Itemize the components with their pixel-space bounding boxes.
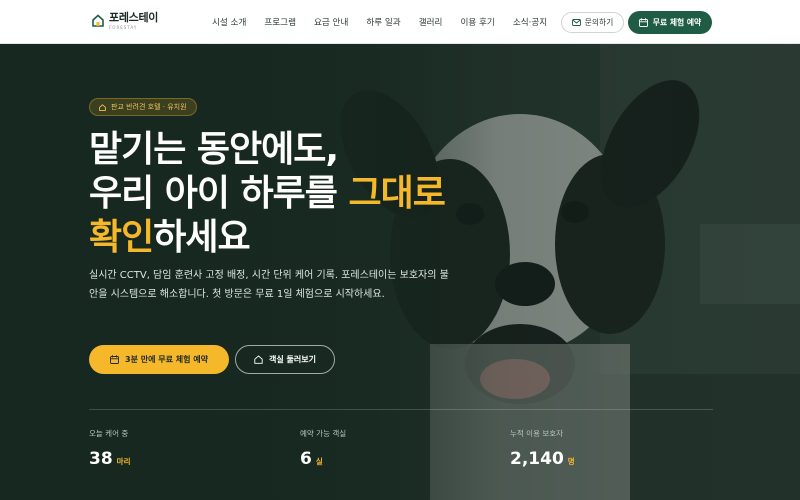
stat-available-rooms: 예약 가능 객실 6 실 (300, 429, 346, 469)
stat-label: 누적 이용 보호자 (510, 429, 564, 438)
stat-unit: 명 (567, 457, 575, 466)
stat-today-care: 오늘 케어 중 38 마리 (89, 429, 130, 469)
mail-icon (571, 19, 581, 26)
calendar-icon (638, 18, 648, 27)
nav-gallery[interactable]: 갤러리 (419, 16, 443, 28)
nav-facilities[interactable]: 시설 소개 (212, 16, 246, 28)
stats-divider (89, 409, 713, 410)
stat-total-guardians: 누적 이용 보호자 2,140 명 (510, 429, 575, 469)
house-logo-icon (92, 14, 104, 27)
logo-subtitle: FORESTAY (109, 25, 138, 30)
logo[interactable]: 포레스테이 FORESTAY (92, 11, 158, 31)
stat-label: 오늘 케어 중 (89, 429, 129, 438)
logo-name: 포레스테이 (109, 11, 159, 24)
stat-value: 2,140 (510, 449, 564, 469)
stat-value: 6 (300, 449, 312, 469)
nav-daily-schedule[interactable]: 하루 일과 (366, 16, 400, 28)
nav-news[interactable]: 소식·공지 (513, 16, 547, 28)
browse-rooms-button[interactable]: 객실 둘러보기 (235, 345, 335, 374)
stat-label: 예약 가능 객실 (300, 429, 347, 438)
free-trial-reserve-button[interactable]: 무료 체험 예약 (628, 11, 712, 34)
main-nav: 시설 소개 프로그램 요금 안내 하루 일과 갤러리 이용 후기 소식·공지 (212, 0, 565, 44)
free-trial-cta-button[interactable]: 3분 만에 무료 체험 예약 (89, 345, 229, 374)
headline-accent-1: 그대로 (348, 173, 445, 214)
site-header: 포레스테이 FORESTAY 시설 소개 프로그램 요금 안내 하루 일과 갤러… (0, 0, 800, 44)
contact-button[interactable]: 문의하기 (561, 12, 624, 33)
calendar-icon (110, 355, 119, 364)
headline-line-2: 우리 아이 하루를 (89, 173, 349, 214)
house-icon (99, 103, 106, 111)
cta-primary-label: 3분 만에 무료 체험 예약 (125, 355, 208, 364)
headline-line-1: 맡기는 동안에도, (89, 129, 339, 170)
location-badge: 판교 반려견 호텔 · 유치원 (89, 98, 197, 116)
headline-accent-2: 확인 (89, 217, 154, 258)
nav-pricing[interactable]: 요금 안내 (314, 16, 348, 28)
home-icon (254, 355, 263, 364)
hero-description: 실시간 CCTV, 담임 훈련사 고정 배정, 시간 단위 케어 기록. 포레스… (89, 270, 449, 300)
stat-unit: 실 (315, 457, 323, 466)
nav-reviews[interactable]: 이용 후기 (460, 16, 494, 28)
reserve-button-label: 무료 체험 예약 (652, 18, 702, 27)
stat-value: 38 (89, 449, 113, 469)
nav-programs[interactable]: 프로그램 (264, 16, 296, 28)
contact-button-label: 문의하기 (584, 18, 614, 27)
badge-label: 판교 반려견 호텔 · 유치원 (111, 103, 187, 111)
stat-unit: 마리 (116, 457, 131, 466)
cta-secondary-label: 객실 둘러보기 (269, 355, 316, 364)
headline-line-3: 하세요 (153, 217, 250, 258)
hero-headline: 맡기는 동안에도, 우리 아이 하루를 그대로 확인하세요 (89, 128, 446, 260)
